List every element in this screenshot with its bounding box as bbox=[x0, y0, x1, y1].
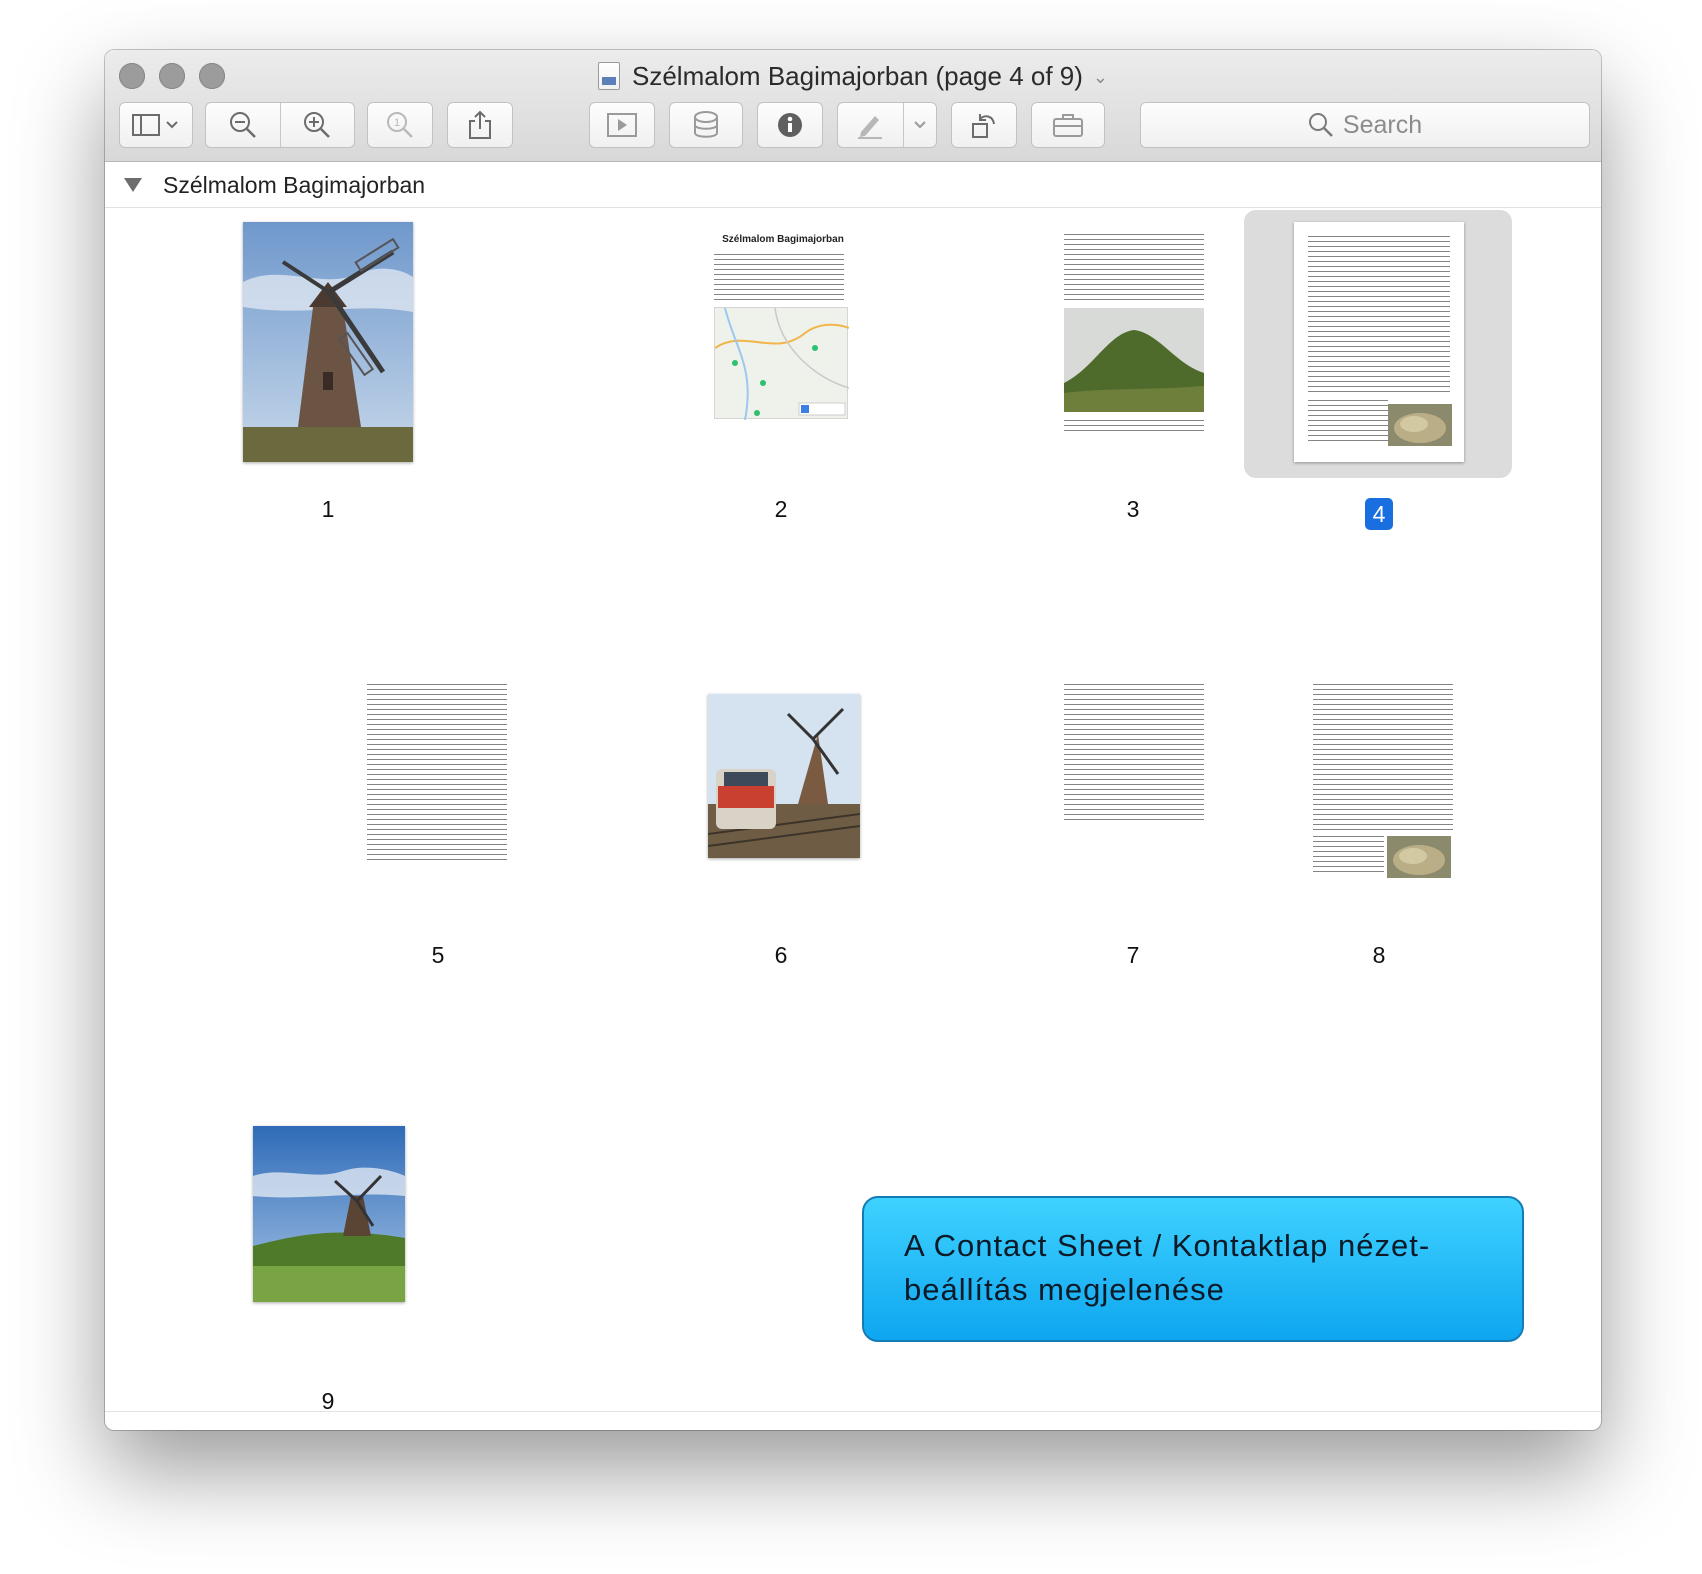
zoom-out-icon bbox=[229, 112, 256, 138]
page-thumbnail-8[interactable] bbox=[1309, 676, 1459, 886]
info-icon bbox=[778, 113, 802, 137]
page-number-7: 7 bbox=[1126, 942, 1140, 968]
zoom-in-icon bbox=[304, 112, 331, 138]
markup-group bbox=[837, 102, 937, 148]
markup-menu-button[interactable] bbox=[904, 120, 936, 130]
rock-photo bbox=[1387, 836, 1451, 878]
highlight-button[interactable] bbox=[669, 102, 743, 148]
sidebar-icon bbox=[132, 114, 178, 136]
rock-photo bbox=[1388, 404, 1452, 446]
page-thumbnail-9[interactable] bbox=[253, 1126, 405, 1302]
page-thumbnail-6[interactable] bbox=[708, 694, 860, 858]
markup-button[interactable] bbox=[838, 110, 903, 140]
sidebar-view-button[interactable] bbox=[119, 102, 193, 148]
stack-icon bbox=[694, 111, 718, 138]
pen-icon bbox=[858, 116, 883, 139]
toolbox-button[interactable] bbox=[1031, 102, 1105, 148]
annotation-callout: A Contact Sheet / Kontaktlap nézet- beál… bbox=[862, 1196, 1524, 1342]
toolbox-icon bbox=[1053, 114, 1083, 137]
search-icon bbox=[1308, 113, 1333, 137]
section-title: Szélmalom Bagimajorban bbox=[163, 172, 426, 198]
callout-line-1: A Contact Sheet / Kontaktlap nézet- bbox=[904, 1228, 1431, 1263]
zoom-out-button[interactable] bbox=[206, 110, 280, 140]
bottom-divider bbox=[105, 1411, 1601, 1412]
actual-size-button[interactable]: 1 bbox=[367, 102, 433, 148]
page-2-heading: Szélmalom Bagimajorban bbox=[722, 234, 844, 245]
windmill-photo bbox=[243, 222, 413, 462]
page-thumbnail-7[interactable] bbox=[1060, 676, 1210, 836]
window-title-area[interactable]: Szélmalom Bagimajorban (page 4 of 9) ⌄ bbox=[105, 58, 1601, 95]
page-thumbnail-1[interactable] bbox=[243, 222, 413, 462]
selected-page-badge: 4 bbox=[1365, 498, 1393, 530]
page-thumbnail-5[interactable] bbox=[363, 676, 513, 886]
disclosure-triangle-icon[interactable] bbox=[124, 178, 142, 192]
window-title: Szélmalom Bagimajorban (page 4 of 9) bbox=[632, 61, 1083, 91]
chevron-down-icon bbox=[914, 121, 926, 129]
hill-photo bbox=[1064, 308, 1204, 412]
chevron-down-icon[interactable]: ⌄ bbox=[1093, 59, 1108, 95]
document-section-header[interactable]: Szélmalom Bagimajorban bbox=[105, 162, 1601, 208]
play-icon bbox=[607, 113, 637, 137]
page-thumbnail-2[interactable]: Szélmalom Bagimajorban bbox=[708, 222, 858, 437]
page-thumbnail-3[interactable] bbox=[1060, 222, 1210, 437]
inspector-button[interactable] bbox=[757, 102, 823, 148]
callout-line-2: beállítás megjelenése bbox=[904, 1272, 1225, 1307]
document-icon bbox=[598, 62, 620, 90]
search-placeholder: Search bbox=[1342, 110, 1423, 139]
slideshow-button[interactable] bbox=[589, 102, 655, 148]
zoom-group bbox=[205, 102, 355, 148]
train-photo bbox=[708, 694, 860, 858]
page-number-1: 1 bbox=[321, 496, 335, 522]
page-thumbnail-4[interactable] bbox=[1294, 222, 1464, 462]
share-button[interactable] bbox=[447, 102, 513, 148]
title-bar: Szélmalom Bagimajorban (page 4 of 9) ⌄ 1… bbox=[105, 50, 1601, 162]
rotate-icon bbox=[972, 114, 995, 138]
page-number-6: 6 bbox=[774, 942, 788, 968]
share-icon bbox=[469, 110, 491, 139]
preview-window: Szélmalom Bagimajorban (page 4 of 9) ⌄ 1… bbox=[105, 50, 1601, 1430]
page-number-5: 5 bbox=[431, 942, 445, 968]
svg-text:1: 1 bbox=[394, 117, 400, 129]
zoom-actual-icon: 1 bbox=[387, 112, 413, 138]
page-number-8: 8 bbox=[1372, 942, 1386, 968]
search-field[interactable]: Search bbox=[1140, 102, 1590, 148]
windmill-field-photo bbox=[253, 1126, 405, 1302]
rotate-button[interactable] bbox=[951, 102, 1017, 148]
page-number-4: 4 bbox=[1349, 498, 1409, 530]
zoom-in-button[interactable] bbox=[281, 110, 355, 140]
page-number-2: 2 bbox=[774, 496, 788, 522]
page-number-3: 3 bbox=[1126, 496, 1140, 522]
map-image bbox=[714, 307, 850, 421]
